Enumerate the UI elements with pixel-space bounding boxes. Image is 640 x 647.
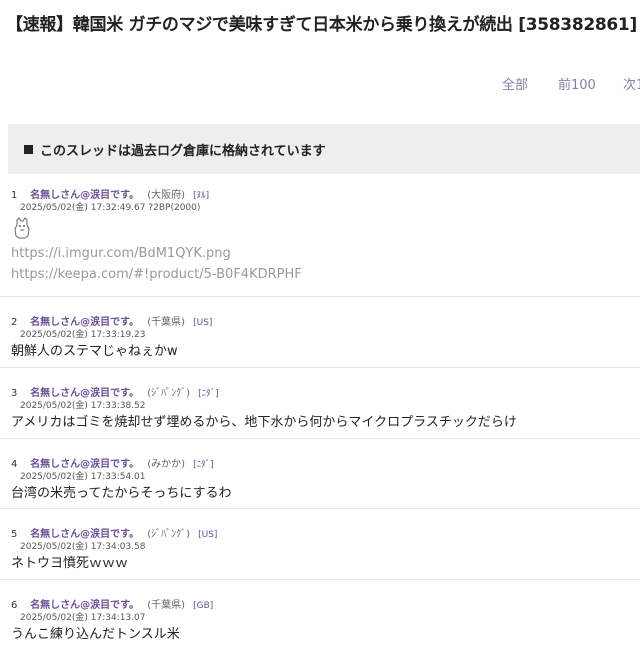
poster-region: (ｼﾞﾊﾟﾝｸﾞ)	[147, 529, 190, 540]
poster-name: 名無しさん@涙目です。	[30, 459, 140, 470]
poster-flag: [ﾆﾀﾞ]	[193, 460, 214, 470]
post-link-imgur[interactable]: https://i.imgur.com/BdM1QYK.png	[11, 243, 640, 264]
post-3: 3 名無しさん@涙目です。 (ｼﾞﾊﾟﾝｸﾞ) [ﾆﾀﾞ] 2025/05/02…	[0, 368, 640, 439]
nav-prev100-link[interactable]: 前100	[558, 74, 596, 93]
post-5: 5 名無しさん@涙目です。 (ｼﾞﾊﾟﾝｸﾞ) [US] 2025/05/02(…	[0, 509, 640, 580]
post-body: アメリカはゴミを焼却せず埋めるから、地下水から何からマイクロプラスチックだらけ	[11, 415, 517, 430]
post-body: 台湾の米売ってたからそっちにするわ	[11, 486, 232, 501]
post-link-keepa[interactable]: https://keepa.com/#!product/5-B0F4KDRPHF	[11, 264, 640, 285]
poster-region: (ｼﾞﾊﾟﾝｸﾞ)	[147, 388, 190, 399]
post-body: ネトウヨ憤死ｗｗｗ	[11, 556, 129, 571]
post-header: 6 名無しさん@涙目です。 (千葉県) [GB]	[0, 580, 640, 611]
poster-flag: [US]	[198, 530, 218, 540]
post-number[interactable]: 1	[11, 190, 25, 201]
post-number[interactable]: 2	[11, 317, 25, 328]
post-body: うんこ練り込んだトンスル米	[11, 627, 180, 642]
poster-region: (みかか)	[147, 459, 185, 470]
post-header: 5 名無しさん@涙目です。 (ｼﾞﾊﾟﾝｸﾞ) [US]	[0, 509, 640, 540]
post-date: 2025/05/02(金) 17:33:54.01	[20, 472, 146, 482]
post-2: 2 名無しさん@涙目です。 (千葉県) [US] 2025/05/02(金) 1…	[0, 297, 640, 368]
poster-flag: [US]	[193, 318, 213, 328]
archive-notice-banner: このスレッドは過去ログ倉庫に格納されています	[8, 124, 640, 174]
post-header: 1 名無しさん@涙目です。 (大阪府) [ﾇﾙ]	[0, 180, 640, 201]
square-bullet-icon	[24, 144, 33, 154]
poster-name: 名無しさん@涙目です。	[30, 600, 140, 611]
post-1: 1 名無しさん@涙目です。 (大阪府) [ﾇﾙ] 2025/05/02(金) 1…	[0, 180, 640, 297]
post-number[interactable]: 4	[11, 459, 25, 470]
poster-name: 名無しさん@涙目です。	[30, 317, 140, 328]
poster-name: 名無しさん@涙目です。	[30, 388, 140, 399]
post-list: 1 名無しさん@涙目です。 (大阪府) [ﾇﾙ] 2025/05/02(金) 1…	[0, 180, 640, 647]
post-6: 6 名無しさん@涙目です。 (千葉県) [GB] 2025/05/02(金) 1…	[0, 580, 640, 647]
thread-title: 【速報】韓国米 ガチのマジで美味すぎて日本米から乗り換えが続出 [3583828…	[6, 15, 637, 35]
poster-flag: [ﾇﾙ]	[193, 191, 210, 201]
post-number[interactable]: 6	[11, 600, 25, 611]
poster-region: (大阪府)	[147, 190, 185, 201]
post-date: 2025/05/02(金) 17:33:38.52	[20, 401, 146, 411]
post-date: 2025/05/02(金) 17:34:13.07	[20, 613, 146, 623]
nav-all-link[interactable]: 全部	[502, 74, 528, 93]
poster-name: 名無しさん@涙目です。	[30, 529, 140, 540]
post-header: 3 名無しさん@涙目です。 (ｼﾞﾊﾟﾝｸﾞ) [ﾆﾀﾞ]	[0, 368, 640, 399]
post-date: 2025/05/02(金) 17:33:19.23	[20, 330, 146, 340]
post-body: 朝鮮人のステマじゃねぇかw	[11, 344, 178, 359]
be-icon	[13, 217, 31, 239]
post-4: 4 名無しさん@涙目です。 (みかか) [ﾆﾀﾞ] 2025/05/02(金) …	[0, 439, 640, 509]
post-number[interactable]: 5	[11, 529, 25, 540]
post-date: 2025/05/02(金) 17:34:03.58	[20, 542, 146, 552]
post-number[interactable]: 3	[11, 388, 25, 399]
poster-flag: [ﾆﾀﾞ]	[198, 389, 219, 399]
archive-notice-text: このスレッドは過去ログ倉庫に格納されています	[40, 143, 326, 159]
post-date: 2025/05/02(金) 17:32:49.67 ?2BP(2000)	[20, 203, 201, 213]
post-header: 2 名無しさん@涙目です。 (千葉県) [US]	[0, 297, 640, 328]
poster-name: 名無しさん@涙目です。	[30, 190, 140, 201]
nav-next-link[interactable]: 次1	[623, 74, 640, 93]
thread-navigation: 全部 前100 次1	[0, 74, 640, 94]
poster-region: (千葉県)	[147, 317, 185, 328]
poster-flag: [GB]	[193, 601, 214, 611]
post-header: 4 名無しさん@涙目です。 (みかか) [ﾆﾀﾞ]	[0, 439, 640, 470]
poster-region: (千葉県)	[147, 600, 185, 611]
